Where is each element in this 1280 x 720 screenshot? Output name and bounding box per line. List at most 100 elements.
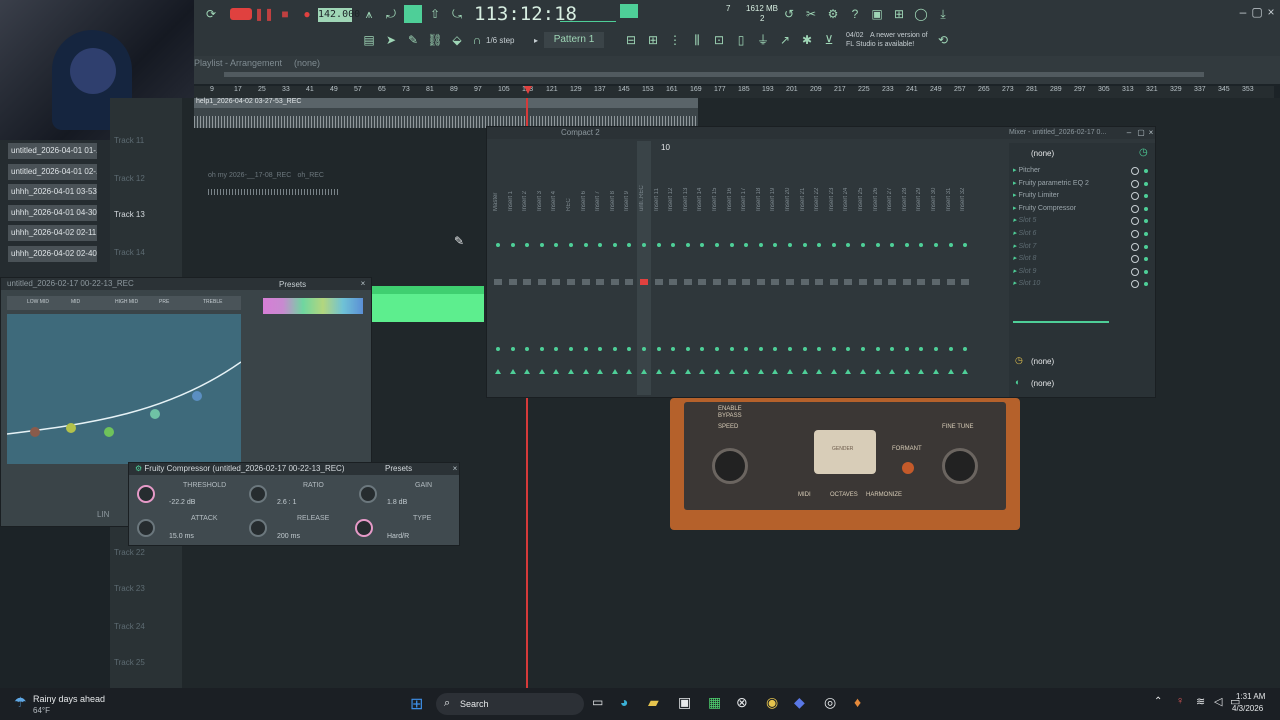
app-icon[interactable]: ◆ bbox=[794, 694, 805, 711]
mixer-route-dot[interactable] bbox=[861, 347, 865, 351]
effect-slot[interactable]: ▸ Slot 7 bbox=[1013, 241, 1151, 253]
mixer-fader[interactable] bbox=[581, 279, 590, 285]
mixer-send-arrow[interactable] bbox=[757, 369, 764, 374]
mixer-pan-dot[interactable] bbox=[846, 243, 851, 247]
clipboard-icon[interactable]: ▯ bbox=[732, 31, 750, 49]
mixer-send-arrow[interactable] bbox=[684, 369, 691, 374]
mixer-view-mode[interactable]: Compact 2 bbox=[561, 128, 600, 137]
mixer-fader[interactable] bbox=[946, 279, 955, 285]
mixer-route-dot[interactable] bbox=[569, 347, 573, 351]
pitcher-bypass[interactable]: BYPASS bbox=[718, 413, 742, 419]
mixer-route-dot[interactable] bbox=[627, 347, 632, 351]
eq-band-node-2[interactable] bbox=[66, 423, 76, 433]
mixer-route-dot[interactable] bbox=[846, 347, 851, 351]
eq-link-icon[interactable]: ◷ bbox=[1015, 355, 1023, 366]
mixer-send-arrow[interactable] bbox=[918, 369, 925, 374]
mixer-fader[interactable] bbox=[829, 279, 838, 285]
mixer-send-arrow[interactable] bbox=[641, 369, 647, 374]
settings-icon[interactable]: ⚙ bbox=[824, 5, 842, 23]
playlist-view-icon[interactable]: ▤ bbox=[360, 31, 378, 49]
mixer-channel[interactable]: Insert 1 bbox=[506, 141, 520, 395]
effect-slot[interactable]: ▸ Fruity Limiter bbox=[1013, 190, 1151, 202]
pattern-selector[interactable]: Pattern 1 bbox=[544, 32, 604, 48]
fl-studio-icon[interactable]: ♦ bbox=[854, 694, 861, 710]
mixer-channel[interactable]: Insert 22 bbox=[812, 141, 826, 395]
mixer-channel[interactable]: Insert 26 bbox=[871, 141, 885, 395]
xbox-icon[interactable]: ⊗ bbox=[736, 694, 748, 711]
channel-rack-icon[interactable]: ⊞ bbox=[644, 31, 662, 49]
clock-date[interactable]: 4/3/2026 bbox=[1232, 704, 1263, 713]
pitcher-midi[interactable]: MIDI bbox=[798, 492, 811, 498]
mixer-route-dot[interactable] bbox=[510, 347, 515, 351]
weather-icon[interactable]: ☂ bbox=[14, 694, 27, 711]
mixer-pan-dot[interactable] bbox=[642, 243, 646, 247]
mixer-send-arrow[interactable] bbox=[743, 369, 750, 374]
chrome-icon[interactable]: ◉ bbox=[766, 694, 778, 711]
mixer-channel[interactable]: Insert 16 bbox=[725, 141, 739, 395]
mixer-send-arrow[interactable] bbox=[699, 369, 706, 374]
update-icon[interactable]: ⟲ bbox=[934, 31, 952, 49]
mixer-send-arrow[interactable] bbox=[728, 369, 735, 374]
mixer-pan-dot[interactable] bbox=[831, 243, 836, 247]
mixer-send-arrow[interactable] bbox=[582, 369, 589, 374]
effect-slot-enable-led[interactable] bbox=[1144, 269, 1148, 274]
eq-band-faders[interactable] bbox=[263, 298, 363, 314]
gain-knob[interactable] bbox=[359, 485, 377, 503]
effect-slot-mix-knob[interactable] bbox=[1131, 230, 1139, 238]
countdown-button[interactable] bbox=[404, 5, 422, 23]
mixer-route-dot[interactable] bbox=[788, 347, 792, 351]
timeline-ruler[interactable]: 9172533414957657381899710511312112913714… bbox=[194, 86, 1274, 98]
mixer-fader[interactable] bbox=[932, 279, 940, 285]
brush-icon[interactable]: ↗ bbox=[776, 31, 794, 49]
file-item[interactable]: untitled_2026-04-01 01-... bbox=[8, 143, 97, 159]
mixer-route-dot[interactable] bbox=[890, 347, 895, 351]
mixer-send-arrow[interactable] bbox=[538, 369, 545, 374]
mixer-send-arrow[interactable] bbox=[962, 369, 969, 374]
effect-slot-enable-led[interactable] bbox=[1144, 219, 1148, 224]
mixer-channel[interactable]: Insert 25 bbox=[856, 141, 870, 395]
close-icon[interactable]: × bbox=[1262, 3, 1280, 21]
effect-slot-enable-led[interactable] bbox=[1144, 169, 1148, 173]
threshold-knob[interactable] bbox=[137, 485, 155, 503]
pitcher-harmonize[interactable]: HARMONIZE bbox=[866, 492, 902, 498]
mixer-fader[interactable] bbox=[859, 279, 867, 285]
mixer-send-arrow[interactable] bbox=[830, 369, 837, 374]
mixer-channel[interactable]: Insert 13 bbox=[681, 141, 695, 395]
volume-icon[interactable]: ◁ bbox=[1214, 695, 1222, 708]
attack-knob[interactable] bbox=[137, 519, 155, 537]
eq-band-label[interactable]: LOW MID bbox=[27, 299, 49, 305]
pause-icon[interactable]: ❚❚ bbox=[254, 5, 274, 23]
mixer-pan-dot[interactable] bbox=[773, 243, 778, 247]
mixer-fader[interactable] bbox=[610, 279, 619, 285]
mixer-pan-dot[interactable] bbox=[569, 243, 573, 247]
eq-close-icon[interactable]: × bbox=[357, 278, 369, 290]
track-label[interactable]: Track 11 bbox=[114, 136, 144, 145]
mixer-send-arrow[interactable] bbox=[787, 369, 793, 374]
mixer-channel[interactable]: Insert 8 bbox=[608, 141, 622, 395]
metronome-icon[interactable]: ⩚ bbox=[360, 5, 378, 23]
mixer-fader[interactable] bbox=[917, 279, 926, 285]
piano-roll-icon[interactable]: ⋮ bbox=[666, 31, 684, 49]
windows-start-icon[interactable]: ⊞ bbox=[410, 694, 423, 714]
mixer-channel[interactable]: Insert 29 bbox=[914, 141, 928, 395]
effect-slot[interactable]: ▸ Fruity parametric EQ 2 bbox=[1013, 178, 1151, 190]
undo-icon[interactable]: ↺ bbox=[780, 5, 798, 23]
tools-icon[interactable]: ✱ bbox=[798, 31, 816, 49]
cart-icon[interactable]: ⊻ bbox=[820, 31, 838, 49]
effect-slot-mix-knob[interactable] bbox=[1131, 179, 1139, 188]
mixer-channel[interactable]: Insert 6 bbox=[579, 141, 593, 395]
mixer-pan-dot[interactable] bbox=[904, 243, 909, 247]
mixer-fader[interactable] bbox=[508, 279, 517, 285]
effect-slot[interactable]: ▸ Pitcher bbox=[1013, 165, 1151, 177]
mixer-route-dot[interactable] bbox=[612, 347, 617, 351]
mixer-route-dot[interactable] bbox=[758, 347, 763, 351]
mixer-pan-dot[interactable] bbox=[875, 243, 880, 247]
mixer-send-arrow[interactable] bbox=[860, 369, 866, 374]
mixer-route-dot[interactable] bbox=[802, 347, 807, 351]
mixer-pan-dot[interactable] bbox=[525, 243, 530, 247]
mixer-route-dot[interactable] bbox=[583, 347, 588, 351]
pitcher-enable[interactable]: ENABLE bbox=[718, 406, 742, 412]
mixer-channel[interactable]: Insert 28 bbox=[900, 141, 914, 395]
mixer-fader[interactable] bbox=[844, 279, 853, 285]
mixer-channel[interactable]: Insert 14 bbox=[695, 141, 709, 395]
